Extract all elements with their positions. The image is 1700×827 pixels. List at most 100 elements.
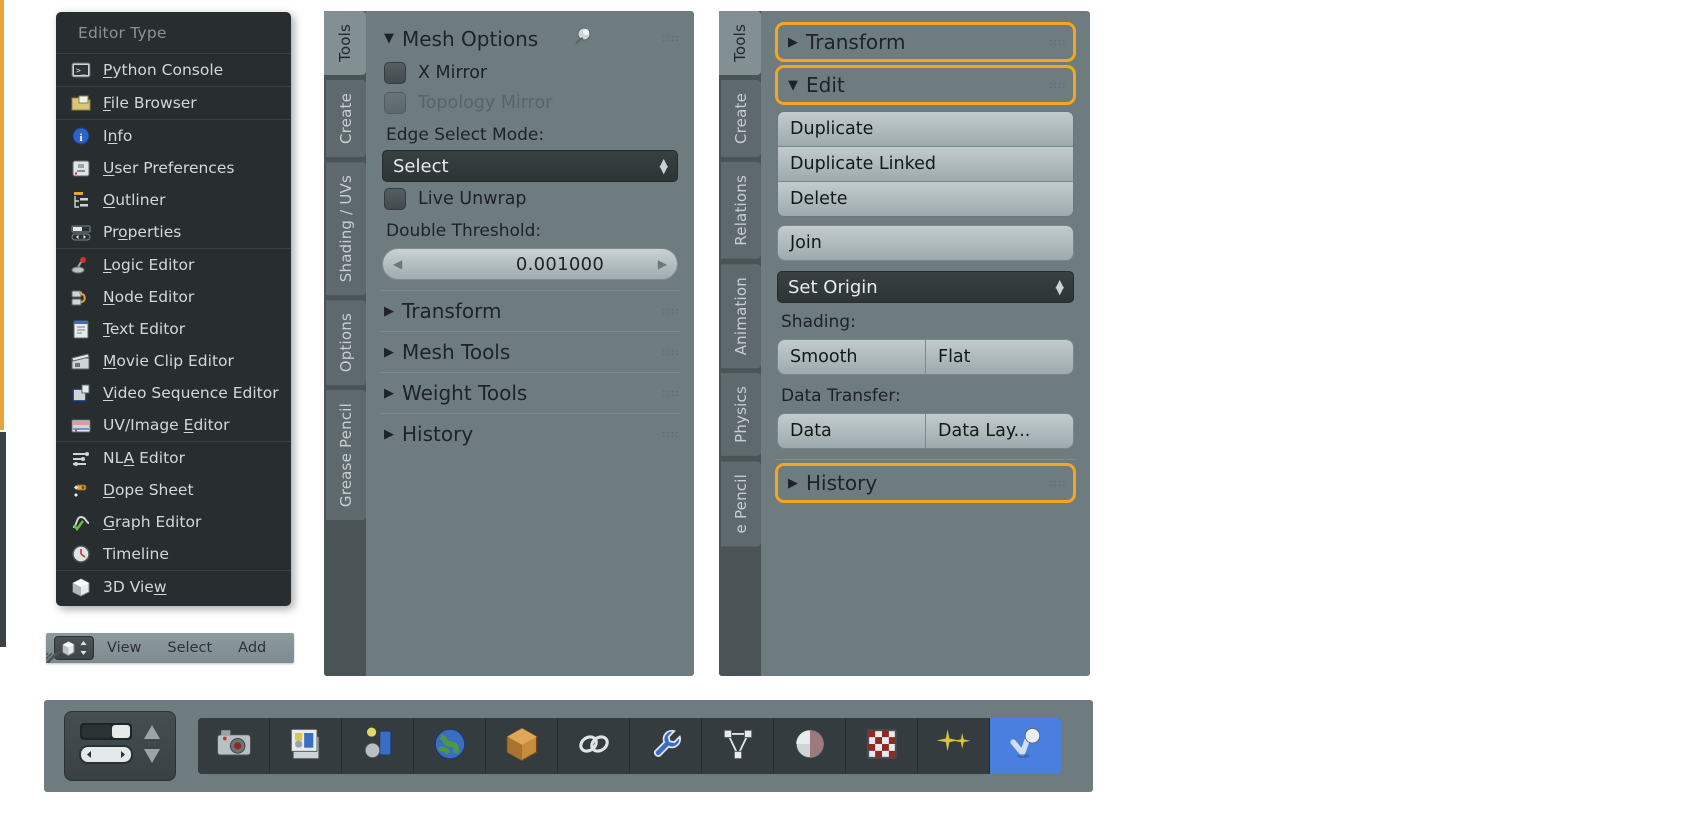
shading-smooth-button[interactable]: Smooth — [778, 340, 925, 374]
object-tools-panel: Tools Create Relations Animation Physics e Pe… — [719, 11, 1090, 676]
mesh-panel-body: ▼ Mesh Options :::: X Mirror Topology Mi… — [366, 11, 694, 676]
editor-type-item-graph-editor[interactable]: Graph Editor — [56, 506, 291, 538]
tab-tools[interactable]: Tools — [719, 11, 761, 75]
tab-e-pencil[interactable]: e Pencil — [721, 460, 761, 547]
transform-section-highlight: ▶ Transform :::: — [775, 22, 1076, 62]
editor-type-item-properties[interactable]: Properties — [56, 216, 291, 248]
grip-dots-icon[interactable]: :::: — [662, 34, 678, 44]
grip-dots-icon[interactable]: :::: — [662, 388, 678, 398]
constraints-tab[interactable] — [558, 718, 630, 774]
x-mirror-checkbox[interactable] — [384, 62, 406, 84]
world-tab[interactable] — [414, 718, 486, 774]
grip-dots-icon[interactable]: :::: — [662, 306, 678, 316]
modifiers-tab[interactable] — [630, 718, 702, 774]
data-transfer-data-button[interactable]: Data — [778, 414, 925, 448]
edit-button-group: Duplicate Duplicate Linked Delete — [777, 111, 1074, 217]
history-section-title: History — [806, 471, 878, 495]
pin-icon[interactable] — [572, 25, 594, 52]
editor-type-item-python-console[interactable]: >_ Python Console — [56, 54, 291, 86]
menu-view[interactable]: View — [94, 640, 154, 656]
section-header-history[interactable]: ▶ History:::: — [378, 416, 682, 452]
render-slot-group[interactable] — [64, 711, 176, 781]
editor-type-item-node-editor[interactable]: Node Editor — [56, 281, 291, 313]
editor-type-item-user-preferences[interactable]: User Preferences — [56, 152, 291, 184]
live-unwrap-row[interactable]: Live Unwrap — [378, 184, 682, 214]
editor-type-item-uv-image-editor[interactable]: UV/Image Editor — [56, 409, 291, 441]
editor-type-item-label: Python Console — [103, 61, 224, 79]
scene-tab[interactable] — [342, 718, 414, 774]
menu-add[interactable]: Add — [225, 640, 279, 656]
object-panel-tab-strip[interactable]: Tools Create Relations Animation Physics e Pe… — [719, 11, 761, 676]
editor-type-item-dope-sheet[interactable]: Dope Sheet — [56, 474, 291, 506]
data-transfer-layout-button[interactable]: Data Lay... — [925, 414, 1073, 448]
editor-type-item-timeline[interactable]: Timeline — [56, 538, 291, 570]
data-transfer-label: Data Transfer: — [781, 386, 901, 406]
section-header-transform[interactable]: ▶ Transform:::: — [378, 293, 682, 329]
shading-flat-button[interactable]: Flat — [925, 340, 1073, 374]
mesh-options-header[interactable]: ▼ Mesh Options :::: — [378, 19, 682, 58]
section-title: History — [402, 422, 474, 446]
editor-type-item-file-browser[interactable]: File Browser — [56, 87, 291, 119]
render-layers-tab[interactable] — [270, 718, 342, 774]
editor-type-item-logic-editor[interactable]: Logic Editor — [56, 249, 291, 281]
tab-grease-pencil[interactable]: Grease Pencil — [326, 390, 366, 521]
tab-animation[interactable]: Animation — [721, 263, 761, 368]
edge-select-mode-label: Edge Select Mode: — [386, 125, 545, 145]
editor-type-item-outliner[interactable]: Outliner — [56, 184, 291, 216]
up-down-arrows-icon[interactable] — [141, 719, 163, 773]
editor-type-item-text-editor[interactable]: Text Editor — [56, 313, 291, 345]
edge-select-mode-dropdown[interactable]: Select ▲ ▼ — [382, 150, 678, 182]
editor-header-bar[interactable]: View Select Add — [46, 633, 294, 663]
edit-section-header[interactable]: ▼ Edit :::: — [782, 70, 1069, 100]
chevron-updown-icon: ▲ ▼ — [1055, 277, 1064, 297]
transform-section-header[interactable]: ▶ Transform :::: — [782, 27, 1069, 57]
tab-relations[interactable]: Relations — [721, 162, 761, 259]
double-threshold-field[interactable]: ◀ 0.001000 ▶ — [382, 248, 678, 280]
editor-type-item-nla-editor[interactable]: NLA Editor — [56, 442, 291, 474]
tab-physics[interactable]: Physics — [721, 372, 761, 456]
grip-dots-icon[interactable]: :::: — [1049, 478, 1065, 488]
button-duplicate-linked[interactable]: Duplicate Linked — [778, 147, 1073, 182]
button-delete[interactable]: Delete — [778, 182, 1073, 216]
tab-create[interactable]: Create — [721, 79, 761, 157]
render-slot-icon[interactable] — [77, 719, 135, 773]
increment-arrow-icon[interactable]: ▶ — [658, 257, 667, 271]
set-origin-dropdown[interactable]: Set Origin ▲ ▼ — [777, 271, 1074, 303]
section-header-mesh-tools[interactable]: ▶ Mesh Tools:::: — [378, 334, 682, 370]
tab-label: Tools — [731, 24, 749, 62]
decrement-arrow-icon[interactable]: ◀ — [393, 257, 402, 271]
resize-grip[interactable] — [46, 641, 68, 663]
tab-options[interactable]: Options — [326, 300, 366, 386]
render-tab[interactable] — [198, 718, 270, 774]
section-header-weight-tools[interactable]: ▶ Weight Tools:::: — [378, 375, 682, 411]
live-unwrap-checkbox[interactable] — [384, 188, 406, 210]
editor-type-item-info[interactable]: i Info — [56, 120, 291, 152]
menu-select[interactable]: Select — [154, 640, 225, 656]
x-mirror-row[interactable]: X Mirror — [378, 58, 682, 88]
editor-type-menu[interactable]: Editor Type >_ Python Console File Browser… — [56, 12, 291, 606]
editor-type-item-movie-clip-editor[interactable]: Movie Clip Editor — [56, 345, 291, 377]
grip-dots-icon[interactable]: :::: — [662, 429, 678, 439]
tab-create[interactable]: Create — [326, 79, 366, 157]
editor-type-item-video-sequence-editor[interactable]: Video Sequence Editor — [56, 377, 291, 409]
mesh-panel-tab-strip[interactable]: Tools Create Shading / UVs Options Grease Pe… — [324, 11, 366, 676]
button-duplicate[interactable]: Duplicate — [778, 112, 1073, 147]
join-button[interactable]: Join — [777, 225, 1074, 261]
editor-type-item-3d-view[interactable]: 3D View — [56, 571, 291, 603]
physics-tab[interactable] — [990, 718, 1062, 774]
grip-dots-icon[interactable]: :::: — [662, 347, 678, 357]
tab-label: Options — [337, 313, 355, 373]
up-down-arrows-icon — [80, 641, 87, 655]
tab-tools[interactable]: Tools — [324, 11, 366, 75]
properties-tab-strip[interactable] — [198, 718, 1062, 774]
text-icon — [70, 319, 92, 339]
tab-shading-uvs[interactable]: Shading / UVs — [326, 162, 366, 296]
object-data-tab[interactable] — [702, 718, 774, 774]
particles-tab[interactable] — [918, 718, 990, 774]
material-tab[interactable] — [774, 718, 846, 774]
grip-dots-icon[interactable]: :::: — [1049, 80, 1065, 90]
object-tab[interactable] — [486, 718, 558, 774]
history-section-header[interactable]: ▶ History :::: — [782, 468, 1069, 498]
texture-tab[interactable] — [846, 718, 918, 774]
grip-dots-icon[interactable]: :::: — [1049, 37, 1065, 47]
